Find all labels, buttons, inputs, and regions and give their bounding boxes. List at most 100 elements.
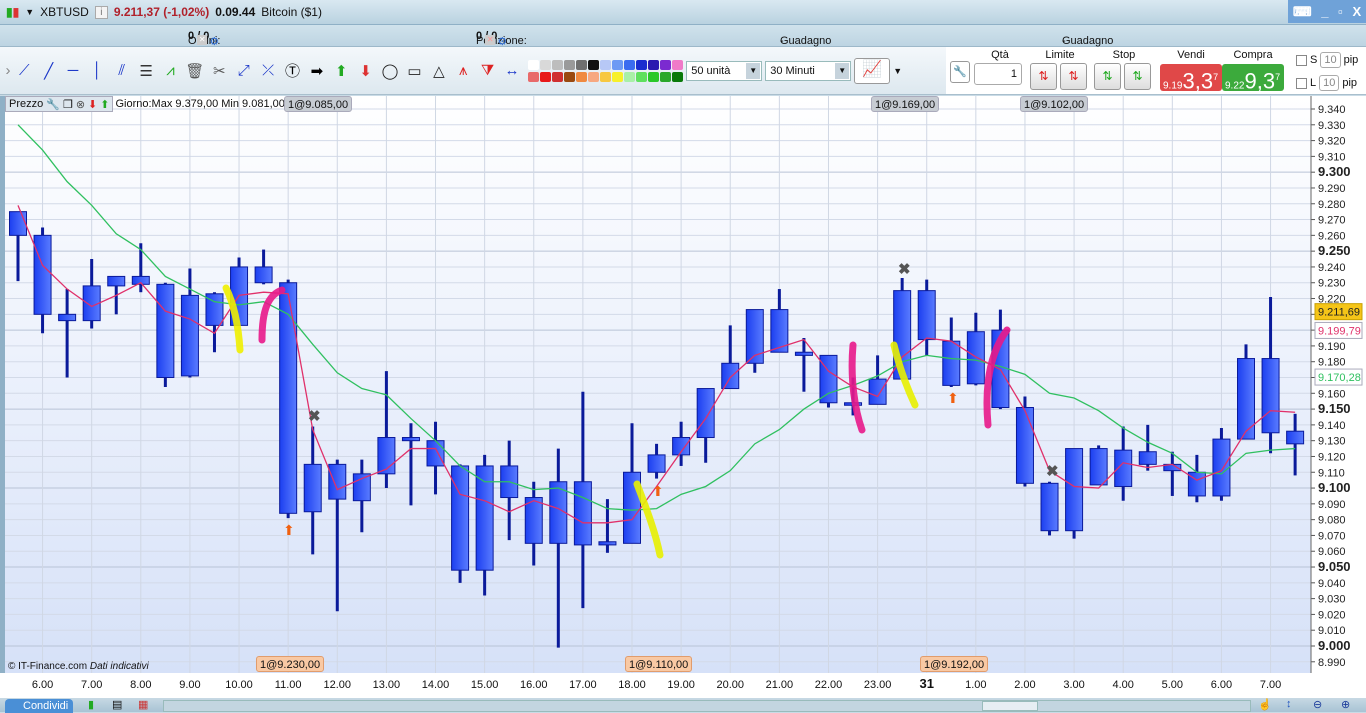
arrow-right-icon[interactable]: ➡	[305, 62, 329, 80]
position-tag[interactable]: 1@9.169,00	[871, 96, 940, 112]
symbol-dropdown-icon[interactable]: ▼	[25, 7, 34, 17]
color-swatch[interactable]	[540, 71, 552, 82]
execution-tag[interactable]: 1@9.110,00	[625, 656, 693, 672]
parallel-lines-icon[interactable]: ⫽	[110, 62, 134, 79]
color-swatch[interactable]	[660, 59, 672, 70]
channel-tool-icon[interactable]: ⩚	[451, 62, 475, 79]
triangle-tool-icon[interactable]: △	[427, 62, 451, 80]
trend-channel-icon[interactable]: ⩘	[158, 62, 182, 79]
position-tag[interactable]: 1@9.102,00	[1020, 96, 1089, 112]
measure-tool-icon[interactable]: ↔	[500, 62, 524, 79]
close-position-icon[interactable]: ✕	[485, 35, 496, 45]
s-checkbox[interactable]	[1296, 54, 1307, 66]
move-down-icon[interactable]: ⬇	[88, 98, 97, 111]
buy-button[interactable]: 9.229,37	[1222, 64, 1284, 93]
wedge-tool-icon[interactable]: ⧩	[475, 62, 499, 79]
chevron-down-icon[interactable]: ▼	[746, 62, 761, 79]
cross-line-icon[interactable]: ⤫	[256, 62, 280, 79]
color-swatch[interactable]	[540, 59, 552, 70]
color-swatch[interactable]	[648, 71, 660, 82]
color-swatch[interactable]	[600, 71, 612, 82]
color-swatch[interactable]	[624, 71, 636, 82]
keyboard-icon[interactable]: ⌨	[1293, 4, 1312, 20]
position-tag[interactable]: 1@9.085,00	[284, 96, 353, 112]
indicators-button[interactable]: 📈	[854, 57, 891, 84]
chart-type-icon[interactable]: ▮	[88, 698, 94, 711]
close-button[interactable]: X	[1352, 4, 1361, 19]
s-pip-input[interactable]: 10	[1320, 52, 1341, 68]
color-swatch[interactable]	[612, 71, 624, 82]
color-swatch[interactable]	[636, 71, 648, 82]
stop-buy-button[interactable]: ⇅	[1094, 63, 1121, 90]
limit-modify-button[interactable]: ⇅	[1060, 63, 1087, 90]
settings-wrench-button[interactable]: 🔧	[950, 61, 970, 83]
rectangle-tool-icon[interactable]: ▭	[402, 62, 426, 80]
color-swatch[interactable]	[600, 59, 612, 70]
cancel-orders-icon[interactable]: ✕	[197, 35, 208, 45]
color-swatch[interactable]	[564, 71, 576, 82]
price-chart[interactable]: 9.340 9.330 9.320 9.3109.300 9.290 9.280 9.270…	[0, 96, 1366, 673]
share-button[interactable]: Condividi	[5, 699, 73, 713]
color-swatch[interactable]	[672, 59, 684, 70]
zoom-in-icon[interactable]: ⊕	[1341, 698, 1350, 711]
color-swatch[interactable]	[576, 59, 588, 70]
pointer-icon[interactable]: ☝	[1258, 698, 1272, 711]
point-line-icon[interactable]: ⤢	[232, 62, 256, 79]
qty-input[interactable]: 1	[974, 63, 1022, 85]
color-swatch[interactable]	[660, 71, 672, 82]
color-swatch[interactable]	[588, 59, 600, 70]
color-swatch[interactable]	[588, 71, 600, 82]
l-checkbox[interactable]	[1296, 77, 1307, 89]
color-swatch[interactable]	[672, 71, 684, 82]
stop-modify-button[interactable]: ⇅	[1124, 63, 1151, 90]
arrow-down-icon[interactable]: ⬇	[353, 62, 377, 80]
minimize-button[interactable]: _	[1321, 4, 1328, 19]
color-swatch[interactable]	[624, 59, 636, 70]
tools-icon[interactable]: ✂	[207, 62, 231, 80]
windows-icon[interactable]: ❐	[63, 98, 73, 111]
execution-tag[interactable]: 1@9.230,00	[256, 656, 325, 672]
arrow-up-icon[interactable]: ⬆	[329, 62, 353, 80]
color-swatch[interactable]	[648, 59, 660, 70]
close-pane-icon[interactable]: ⊗	[76, 98, 85, 111]
layout-icon[interactable]: ▦	[138, 698, 148, 711]
limit-sell-button[interactable]: ⇅	[1030, 63, 1057, 90]
symbol-name[interactable]: XBTUSD	[40, 5, 89, 19]
color-swatch[interactable]	[612, 59, 624, 70]
color-swatch[interactable]	[552, 71, 564, 82]
move-up-icon[interactable]: ⬆	[100, 98, 109, 111]
color-swatch[interactable]	[552, 59, 564, 70]
color-swatch[interactable]	[576, 71, 588, 82]
zoom-out-icon[interactable]: ⊖	[1313, 698, 1322, 711]
color-swatch[interactable]	[528, 71, 540, 82]
line-tool-icon[interactable]: ╱	[36, 62, 60, 80]
l-pip-input[interactable]: 10	[1319, 75, 1340, 91]
horizontal-line-icon[interactable]: ─	[61, 62, 85, 79]
timeframe-select[interactable]: 30 Minuti ▼	[765, 60, 852, 81]
toolbar-expand-icon[interactable]: ›	[4, 62, 12, 79]
notes-icon[interactable]: ▤	[112, 698, 122, 711]
trash-icon[interactable]: 🗑	[183, 62, 207, 80]
chevron-down-icon[interactable]: ▼	[835, 62, 850, 79]
scrollbar-thumb[interactable]	[982, 701, 1038, 711]
color-swatch[interactable]	[564, 59, 576, 70]
fibonacci-icon[interactable]: ☰	[134, 62, 158, 80]
wrench-icon[interactable]: 🔧	[46, 98, 60, 111]
restore-button[interactable]: ▫	[1338, 4, 1343, 19]
color-swatch[interactable]	[636, 59, 648, 70]
segment-tool-icon[interactable]: ⟋	[12, 62, 36, 79]
color-swatch[interactable]	[528, 59, 540, 70]
horizontal-scrollbar[interactable]	[163, 700, 1251, 712]
candlestick-icon[interactable]: ▮▮	[6, 5, 19, 19]
info-icon[interactable]: i	[94, 5, 108, 19]
sell-button[interactable]: 9.193,37	[1160, 64, 1222, 93]
indicators-dropdown-icon[interactable]: ▼	[893, 66, 902, 76]
autoscale-icon[interactable]: ↕	[1286, 698, 1292, 710]
execution-tag[interactable]: 1@9.192,00	[920, 656, 989, 672]
ellipse-tool-icon[interactable]: ◯	[378, 62, 402, 80]
units-select[interactable]: 50 unità ▼	[686, 60, 763, 81]
x-tick-label: 11.00	[274, 679, 302, 691]
vertical-line-icon[interactable]: │	[85, 62, 109, 79]
bottom-bar: Condividi ▮ ▤ ▦ ☝ ↕ ⊖ ⊕	[0, 698, 1366, 713]
text-tool-icon[interactable]: Ⓣ	[280, 60, 304, 81]
